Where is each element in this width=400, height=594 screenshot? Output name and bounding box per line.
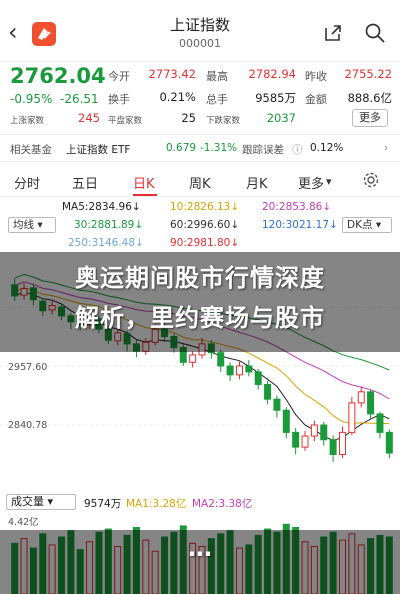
share-icon[interactable] (322, 22, 344, 48)
up-count: 245 (78, 111, 100, 125)
turnover-label: 换手 (108, 93, 130, 106)
period-tabs: 分时 五日 日K 周K 月K 更多 ▾ (0, 163, 400, 197)
volume-select-label: 成交量 (11, 495, 44, 508)
candle-body (264, 383, 272, 400)
open-label: 今开 (108, 70, 130, 83)
tab-more[interactable]: 更多 (298, 173, 324, 192)
volume-ma1: MA1:3.28亿 (126, 498, 187, 510)
candle-body (385, 431, 393, 454)
ma20-value: 20:2853.86↓ (262, 201, 332, 213)
volume-select[interactable]: 成交量 ▾ (6, 494, 76, 510)
candle-body (245, 365, 253, 373)
ma120-value: 120:3021.17↓ (262, 219, 338, 231)
candle-body (348, 402, 356, 433)
ma-select-label: 均线 (13, 219, 34, 231)
candle-body (235, 365, 243, 376)
open-value: 2773.42 (148, 67, 196, 81)
tab-weekly-k[interactable]: 周K (189, 173, 211, 192)
high-label: 最高 (206, 70, 228, 83)
up-count-label: 上涨家数 (10, 116, 45, 126)
candle-body (357, 391, 365, 404)
chevron-right-icon[interactable]: › (384, 142, 388, 154)
down-count-label: 下跌家数 (206, 116, 241, 126)
candle-body (217, 352, 225, 367)
flat-count-label: 平盘家数 (108, 116, 143, 126)
ma10-value: 10:2826.13↓ (170, 201, 240, 213)
candle-body (320, 424, 328, 441)
headline-line-2: 解析，里约赛场与股市 (75, 304, 325, 332)
tab-monthly-k[interactable]: 月K (246, 173, 268, 192)
y-axis-label-upper: 2957.60 (8, 362, 48, 373)
ma5-value: MA5:2834.96↓ (62, 201, 141, 213)
down-count: 2037 (266, 111, 296, 125)
candle-body (273, 398, 281, 411)
amount-value: 888.6亿 (347, 91, 392, 105)
amount-label: 金额 (305, 93, 327, 106)
fund-name: 上证指数 ETF (66, 144, 131, 156)
candle-body (301, 435, 309, 448)
volume-value: 9574万 (84, 498, 122, 510)
candle-body (338, 431, 346, 455)
search-icon[interactable] (364, 22, 386, 48)
candle-body (282, 409, 290, 433)
headline-line-3: … (188, 534, 212, 562)
turnover-value: 0.21% (159, 90, 196, 104)
total-volume-label: 总手 (206, 93, 228, 106)
change-percent: -0.95% (10, 92, 53, 106)
related-fund-row[interactable]: 相关基金 上证指数 ETF 0.679 -1.31% 跟踪误差 ⓘ 0.12% … (0, 134, 400, 162)
adjust-select-label: DK点 (347, 219, 373, 231)
ma-select[interactable]: 均线 ▾ (8, 217, 56, 233)
fund-price: 0.679 (166, 142, 197, 154)
change-amount: -26.51 (60, 92, 99, 106)
candle-body (367, 391, 375, 415)
prev-close-label: 昨收 (305, 70, 327, 83)
candle-body (254, 371, 262, 385)
ma60-value: 60:2996.60↓ (170, 219, 240, 231)
candle-body (310, 424, 318, 437)
candle-body (189, 354, 197, 363)
candle-body (329, 439, 337, 455)
candle-body (376, 413, 384, 433)
active-tab-indicator (133, 194, 157, 196)
current-price: 2762.04 (10, 64, 106, 88)
settings-icon[interactable] (362, 171, 380, 193)
tab-five-day[interactable]: 五日 (72, 173, 98, 192)
tab-intraday[interactable]: 分时 (14, 173, 40, 192)
header: ‹ 上证指数 000001 (0, 0, 400, 62)
stock-detail-screen: ‹ 上证指数 000001 2762.04 -0.95% -26.51 今开 2… (0, 0, 400, 594)
more-quote-button[interactable]: 更多 (352, 109, 388, 127)
info-icon[interactable]: ⓘ (292, 142, 303, 157)
flat-count: 25 (181, 111, 196, 125)
fund-percent: -1.31% (200, 142, 238, 154)
total-volume-value: 9585万 (255, 91, 296, 105)
headline-line-1: 奥运期间股市行情深度 (75, 264, 325, 292)
high-value: 2782.94 (248, 67, 296, 81)
tracking-error-value: 0.12% (310, 142, 344, 154)
candle-body (292, 431, 300, 448)
tracking-error-label: 跟踪误差 (242, 144, 284, 156)
chevron-down-icon[interactable]: ▾ (326, 175, 332, 188)
y-axis-label-lower: 2840.78 (8, 420, 48, 431)
tab-daily-k[interactable]: 日K (133, 173, 155, 192)
volume-ma2: MA2:3.38亿 (192, 498, 253, 510)
ma30-value: 30:2881.89↓ (74, 219, 144, 231)
fund-label: 相关基金 (10, 144, 52, 156)
prev-close-value: 2755.22 (344, 67, 392, 81)
adjust-select[interactable]: DK点 ▾ (342, 217, 392, 233)
candle-body (226, 365, 234, 376)
